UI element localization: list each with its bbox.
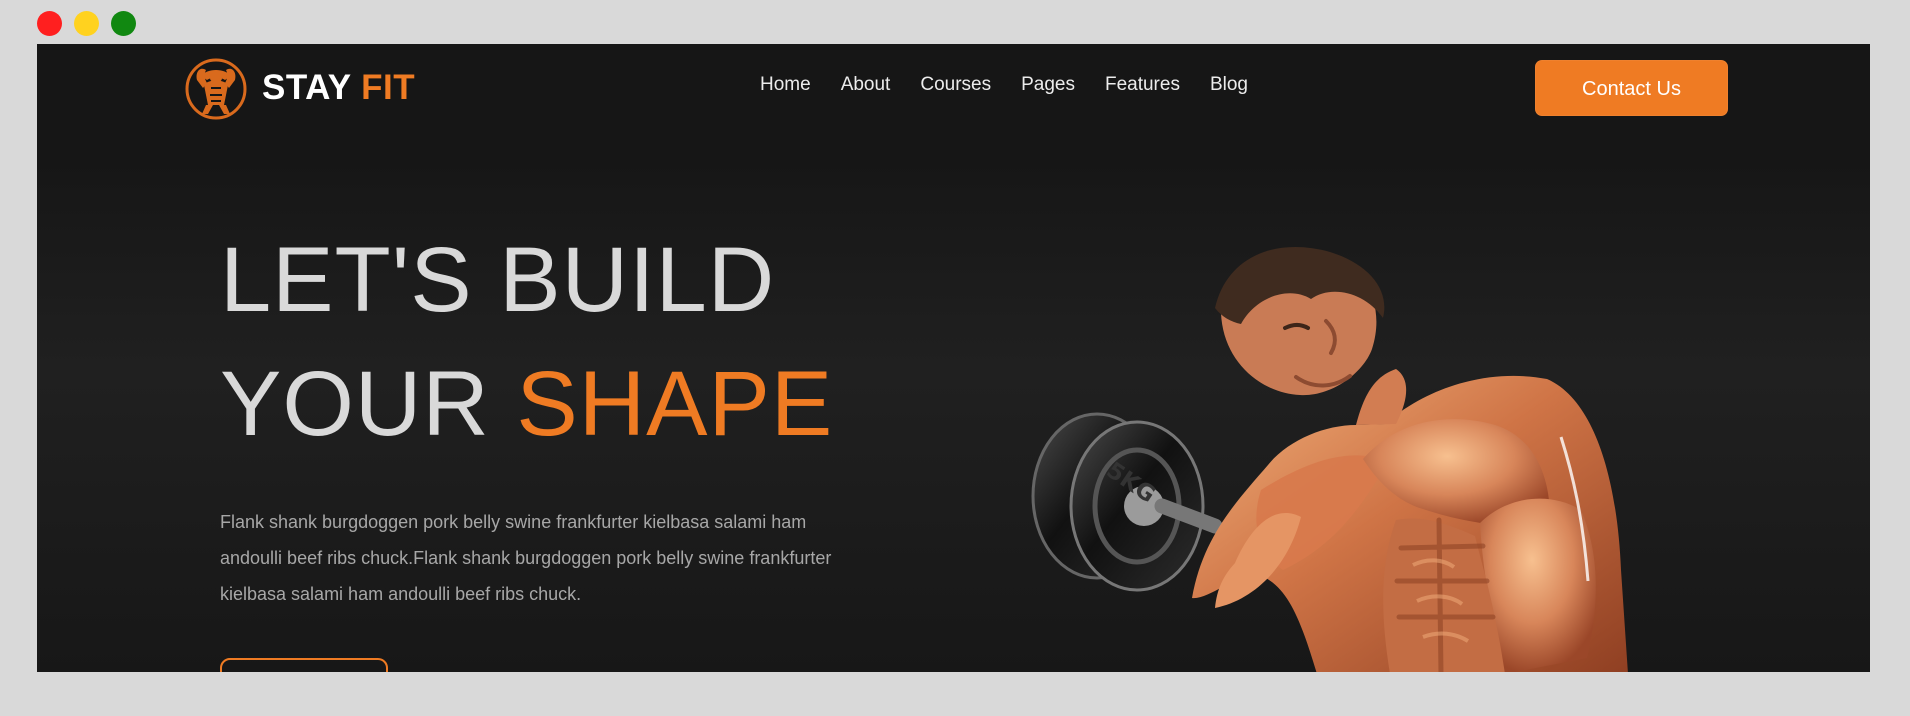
brand-name: STAY FIT: [262, 70, 415, 105]
hero-description: Flank shank burgdoggen pork belly swine …: [220, 512, 832, 604]
dumbbell-icon: 5KG: [1031, 412, 1223, 592]
brand-name-primary: STAY: [262, 67, 351, 107]
minimize-window-icon[interactable]: [74, 11, 99, 36]
muscle-model-silhouette: [1192, 247, 1628, 672]
primary-navigation: Home About Courses Pages Features Blog: [760, 75, 1248, 94]
nav-pages[interactable]: Pages: [1021, 75, 1075, 94]
nav-home[interactable]: Home: [760, 75, 811, 94]
hero-heading-line-1: LET'S BUILD: [220, 229, 776, 331]
fitness-model-icon: 5KG: [1031, 247, 1628, 672]
nav-about[interactable]: About: [841, 75, 891, 94]
website-viewport: STAY FIT Home About Courses Pages Featur…: [37, 44, 1870, 672]
hero-heading-line-2-prefix: YOUR: [220, 353, 490, 455]
brand-name-accent: FIT: [361, 67, 416, 107]
maximize-window-icon[interactable]: [111, 11, 136, 36]
hero-heading-line-2-accent: SHAPE: [516, 353, 834, 455]
hero-heading: LET'S BUILD YOUR SHAPE: [220, 218, 833, 466]
hero-cta-button[interactable]: [220, 658, 388, 672]
bodybuilder-logo-icon: [185, 58, 247, 120]
nav-features[interactable]: Features: [1105, 75, 1180, 94]
site-header: STAY FIT Home About Courses Pages Featur…: [37, 44, 1870, 134]
contact-us-button[interactable]: Contact Us: [1535, 60, 1728, 116]
nav-blog[interactable]: Blog: [1210, 75, 1248, 94]
brand-logo[interactable]: STAY FIT: [182, 52, 415, 122]
window-controls: [37, 11, 136, 36]
nav-courses[interactable]: Courses: [920, 75, 991, 94]
close-window-icon[interactable]: [37, 11, 62, 36]
